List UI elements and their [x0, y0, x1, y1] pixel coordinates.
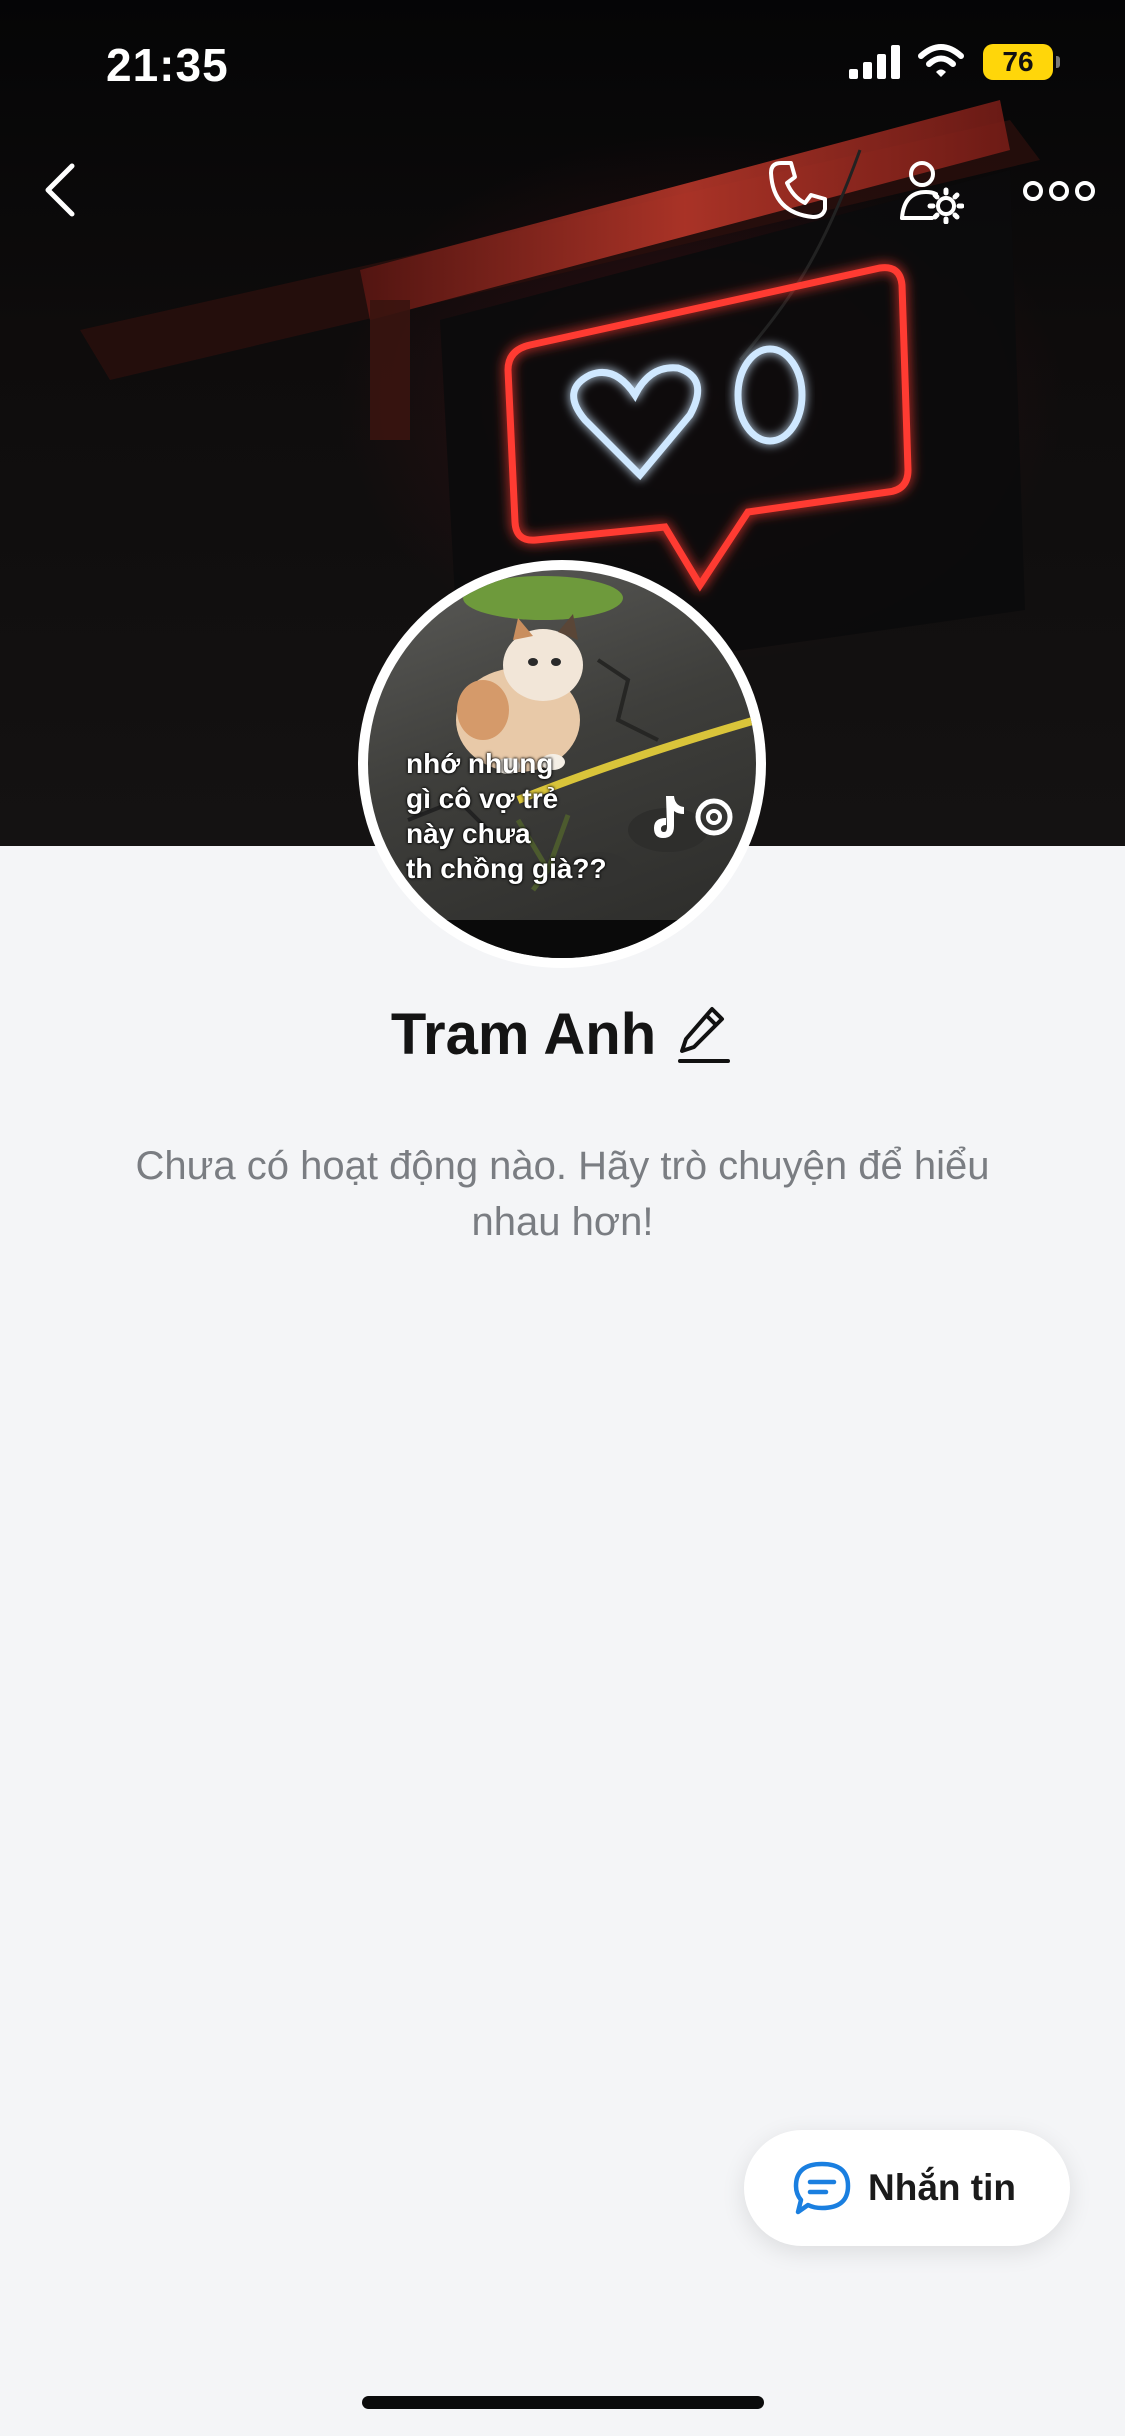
profile-settings-button[interactable]: [892, 152, 970, 230]
profile-name: Tram Anh: [390, 1001, 657, 1067]
avatar-caption-line: này chưa: [406, 818, 531, 849]
status-icons: 76: [849, 44, 1060, 80]
avatar-caption-line: th chồng già??: [406, 853, 607, 884]
chevron-left-icon: [45, 163, 75, 217]
send-message-button[interactable]: Nhắn tin: [744, 2130, 1070, 2246]
status-time: 21:35: [106, 39, 229, 91]
profile-name-row: Tram Anh: [0, 994, 1125, 1074]
avatar-photo: nhớ nhung gì cô vợ trẻ này chưa th chồng…: [368, 570, 756, 958]
chat-bubble-icon: [793, 2161, 851, 2215]
empty-activity-message: Chưa có hoạt động nào. Hãy trò chuyện để…: [135, 1144, 990, 1244]
avatar-caption-line: gì cô vợ trẻ: [406, 783, 559, 814]
back-button[interactable]: [30, 150, 90, 230]
more-options-button[interactable]: [1022, 166, 1096, 216]
wifi-icon: [918, 44, 964, 77]
tiktok-watermark-icon: [654, 796, 733, 838]
avatar[interactable]: nhớ nhung gì cô vợ trẻ này chưa th chồng…: [358, 560, 766, 968]
send-message-label: Nhắn tin: [868, 2167, 1016, 2208]
battery-icon: 76: [983, 44, 1060, 80]
avatar-bottom-band: [368, 920, 756, 958]
avatar-caption-line: nhớ nhung: [406, 748, 554, 779]
cellular-signal-icon: [849, 45, 900, 79]
edit-name-button[interactable]: [678, 1002, 734, 1066]
user-settings-icon: [900, 161, 964, 224]
status-bar: 21:35 76: [0, 0, 1125, 130]
phone-icon: [769, 161, 827, 219]
home-indicator[interactable]: [362, 2396, 764, 2409]
more-horizontal-icon: [1023, 181, 1095, 201]
call-button[interactable]: [760, 152, 836, 228]
pencil-icon: [678, 1007, 731, 1063]
avatar-caption: nhớ nhung gì cô vợ trẻ này chưa th chồng…: [406, 746, 636, 886]
